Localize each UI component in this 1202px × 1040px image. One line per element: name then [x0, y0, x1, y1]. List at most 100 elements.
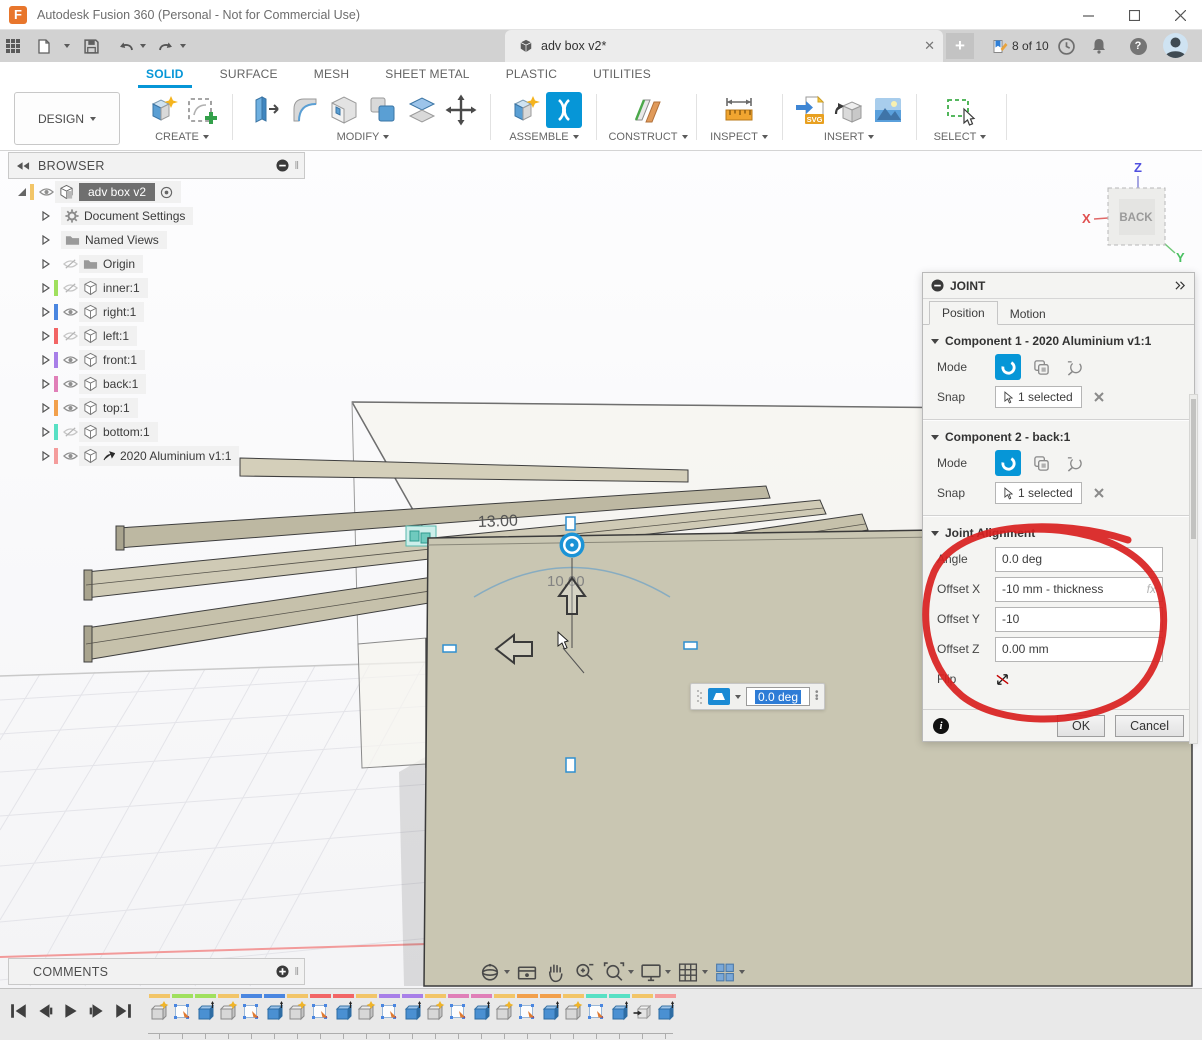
timeline-feature-component[interactable] [562, 994, 585, 1022]
activate-component-radio-icon[interactable] [160, 186, 173, 199]
browser-panel-header[interactable]: BROWSER ‖ [8, 152, 305, 179]
hole-icon[interactable] [326, 92, 362, 128]
ribbon-tab-solid[interactable]: SOLID [128, 62, 202, 88]
mode-between-faces-button[interactable] [1028, 354, 1054, 380]
ribbon-group-label-modify[interactable]: MODIFY [337, 131, 390, 143]
step-back-icon[interactable] [36, 1003, 54, 1019]
axis-y-label[interactable]: Y [1176, 250, 1185, 264]
minimize-button[interactable] [1066, 0, 1110, 30]
expand-arrow-icon[interactable] [40, 307, 52, 317]
expand-arrow-icon[interactable] [40, 331, 52, 341]
file-menu-icon[interactable] [38, 34, 50, 58]
view-cube[interactable]: Z X Y BACK [1078, 156, 1202, 264]
redo-caret[interactable] [180, 34, 186, 58]
timeline-feature-extrude[interactable] [608, 994, 631, 1022]
angle-type-caret[interactable] [735, 695, 741, 699]
canvas-icon[interactable] [870, 92, 906, 128]
dialog-tab-motion[interactable]: Motion [998, 303, 1058, 325]
redo-icon[interactable] [158, 34, 174, 58]
timeline-feature-extrude[interactable] [194, 994, 217, 1022]
construct-plane-icon[interactable] [630, 92, 666, 128]
visibility-eye-off-icon[interactable] [61, 283, 79, 293]
timeline-feature-sketch[interactable] [378, 994, 401, 1022]
timeline-feature-component[interactable] [424, 994, 447, 1022]
joint-dialog-header[interactable]: JOINT [923, 273, 1194, 299]
axis-z-label[interactable]: Z [1134, 160, 1142, 175]
expand-arrow-icon[interactable] [40, 259, 52, 269]
new-document-tab-button[interactable]: + [946, 33, 974, 59]
offset-z-input[interactable]: 0.00 mm [995, 637, 1163, 662]
more-options-icon[interactable]: ••• [815, 691, 819, 702]
close-button[interactable] [1158, 0, 1202, 30]
offset-x-input[interactable]: -10 mm - thicknessfx [995, 577, 1163, 602]
ribbon-tab-utilities[interactable]: UTILITIES [575, 62, 669, 88]
user-avatar[interactable] [1163, 33, 1188, 58]
job-status-clock-icon[interactable] [1058, 34, 1075, 58]
visibility-eye-icon[interactable] [61, 379, 79, 389]
visibility-eye-icon[interactable] [61, 355, 79, 365]
browser-panel-grip[interactable]: ‖ [294, 160, 300, 172]
dialog-collapse-icon[interactable] [931, 279, 944, 292]
new-component-icon[interactable] [145, 92, 181, 128]
cancel-button[interactable]: Cancel [1115, 715, 1184, 737]
create-sketch-icon[interactable] [184, 92, 220, 128]
ribbon-group-label-assemble[interactable]: ASSEMBLE [509, 131, 578, 143]
browser-item-named-views[interactable]: Named Views [8, 228, 308, 252]
document-tab-close-icon[interactable]: ✕ [924, 38, 935, 54]
select-icon[interactable] [942, 92, 978, 128]
angle-input[interactable]: 0.0 deg [995, 547, 1163, 572]
timeline-feature-extrude[interactable] [332, 994, 355, 1022]
mode-motion-button[interactable] [1061, 354, 1087, 380]
browser-item-front-1[interactable]: front:1 [8, 348, 308, 372]
timeline-feature-component[interactable] [286, 994, 309, 1022]
help-icon[interactable]: ? [1128, 34, 1148, 58]
timeline-feature-sketch[interactable] [240, 994, 263, 1022]
timeline-feature-extrude[interactable] [539, 994, 562, 1022]
look-at-icon[interactable] [515, 961, 539, 984]
flip-icon[interactable] [995, 672, 1010, 687]
expand-arrow-icon[interactable] [40, 427, 52, 437]
derive-icon[interactable] [831, 92, 867, 128]
ribbon-tab-plastic[interactable]: PLASTIC [488, 62, 575, 88]
timeline-feature-component[interactable] [148, 994, 171, 1022]
insert-svg-icon[interactable]: SVG [792, 92, 828, 128]
maximize-button[interactable] [1112, 0, 1156, 30]
workspace-switcher[interactable]: DESIGN [14, 92, 120, 145]
visibility-eye-off-icon[interactable] [61, 427, 79, 437]
visibility-eye-off-icon[interactable] [61, 259, 79, 269]
step-forward-icon[interactable] [88, 1003, 106, 1019]
view-cube-face-label[interactable]: BACK [1119, 212, 1153, 224]
dialog-section-header[interactable]: Joint Alignment [923, 517, 1194, 544]
ribbon-group-label-select[interactable]: SELECT [934, 131, 987, 143]
ribbon-group-label-insert[interactable]: INSERT [824, 131, 874, 143]
timeline-feature-sketch[interactable] [309, 994, 332, 1022]
milestone-indicator[interactable]: 8 of 10 [992, 34, 1049, 58]
mode-rigid-button[interactable] [995, 450, 1021, 476]
joint-icon[interactable] [546, 92, 582, 128]
expanded-triangle-icon[interactable] [16, 187, 28, 197]
info-icon[interactable]: i [933, 718, 949, 734]
ribbon-tab-sheet-metal[interactable]: SHEET METAL [367, 62, 487, 88]
snap-selection-button[interactable]: 1 selected [995, 386, 1082, 408]
press-pull-icon[interactable] [248, 92, 284, 128]
browser-item-2020-aluminium-v1-1[interactable]: 2020 Aluminium v1:1 [8, 444, 308, 468]
dialog-section-header[interactable]: Component 1 - 2020 Aluminium v1:1 [923, 325, 1194, 352]
ribbon-group-label-construct[interactable]: CONSTRUCT [608, 131, 687, 143]
browser-item-top-1[interactable]: top:1 [8, 396, 308, 420]
app-grid-menu-icon[interactable] [6, 34, 20, 58]
notifications-bell-icon[interactable] [1092, 34, 1106, 58]
expand-arrow-icon[interactable] [40, 451, 52, 461]
browser-item-bottom-1[interactable]: bottom:1 [8, 420, 308, 444]
clear-selection-icon[interactable] [1094, 392, 1104, 402]
expand-arrow-icon[interactable] [40, 283, 52, 293]
comments-panel-header[interactable]: COMMENTS ‖ [8, 958, 305, 985]
dialog-tab-position[interactable]: Position [929, 301, 998, 325]
dialog-dock-chevrons-icon[interactable] [1175, 281, 1186, 290]
visibility-eye-icon[interactable] [61, 403, 79, 413]
timeline-feature-sketch[interactable] [171, 994, 194, 1022]
timeline-feature-extrude[interactable] [263, 994, 286, 1022]
combine-icon[interactable] [365, 92, 401, 128]
visibility-eye-icon[interactable] [61, 307, 79, 317]
timeline-feature-component[interactable] [493, 994, 516, 1022]
go-to-end-icon[interactable] [114, 1003, 132, 1019]
